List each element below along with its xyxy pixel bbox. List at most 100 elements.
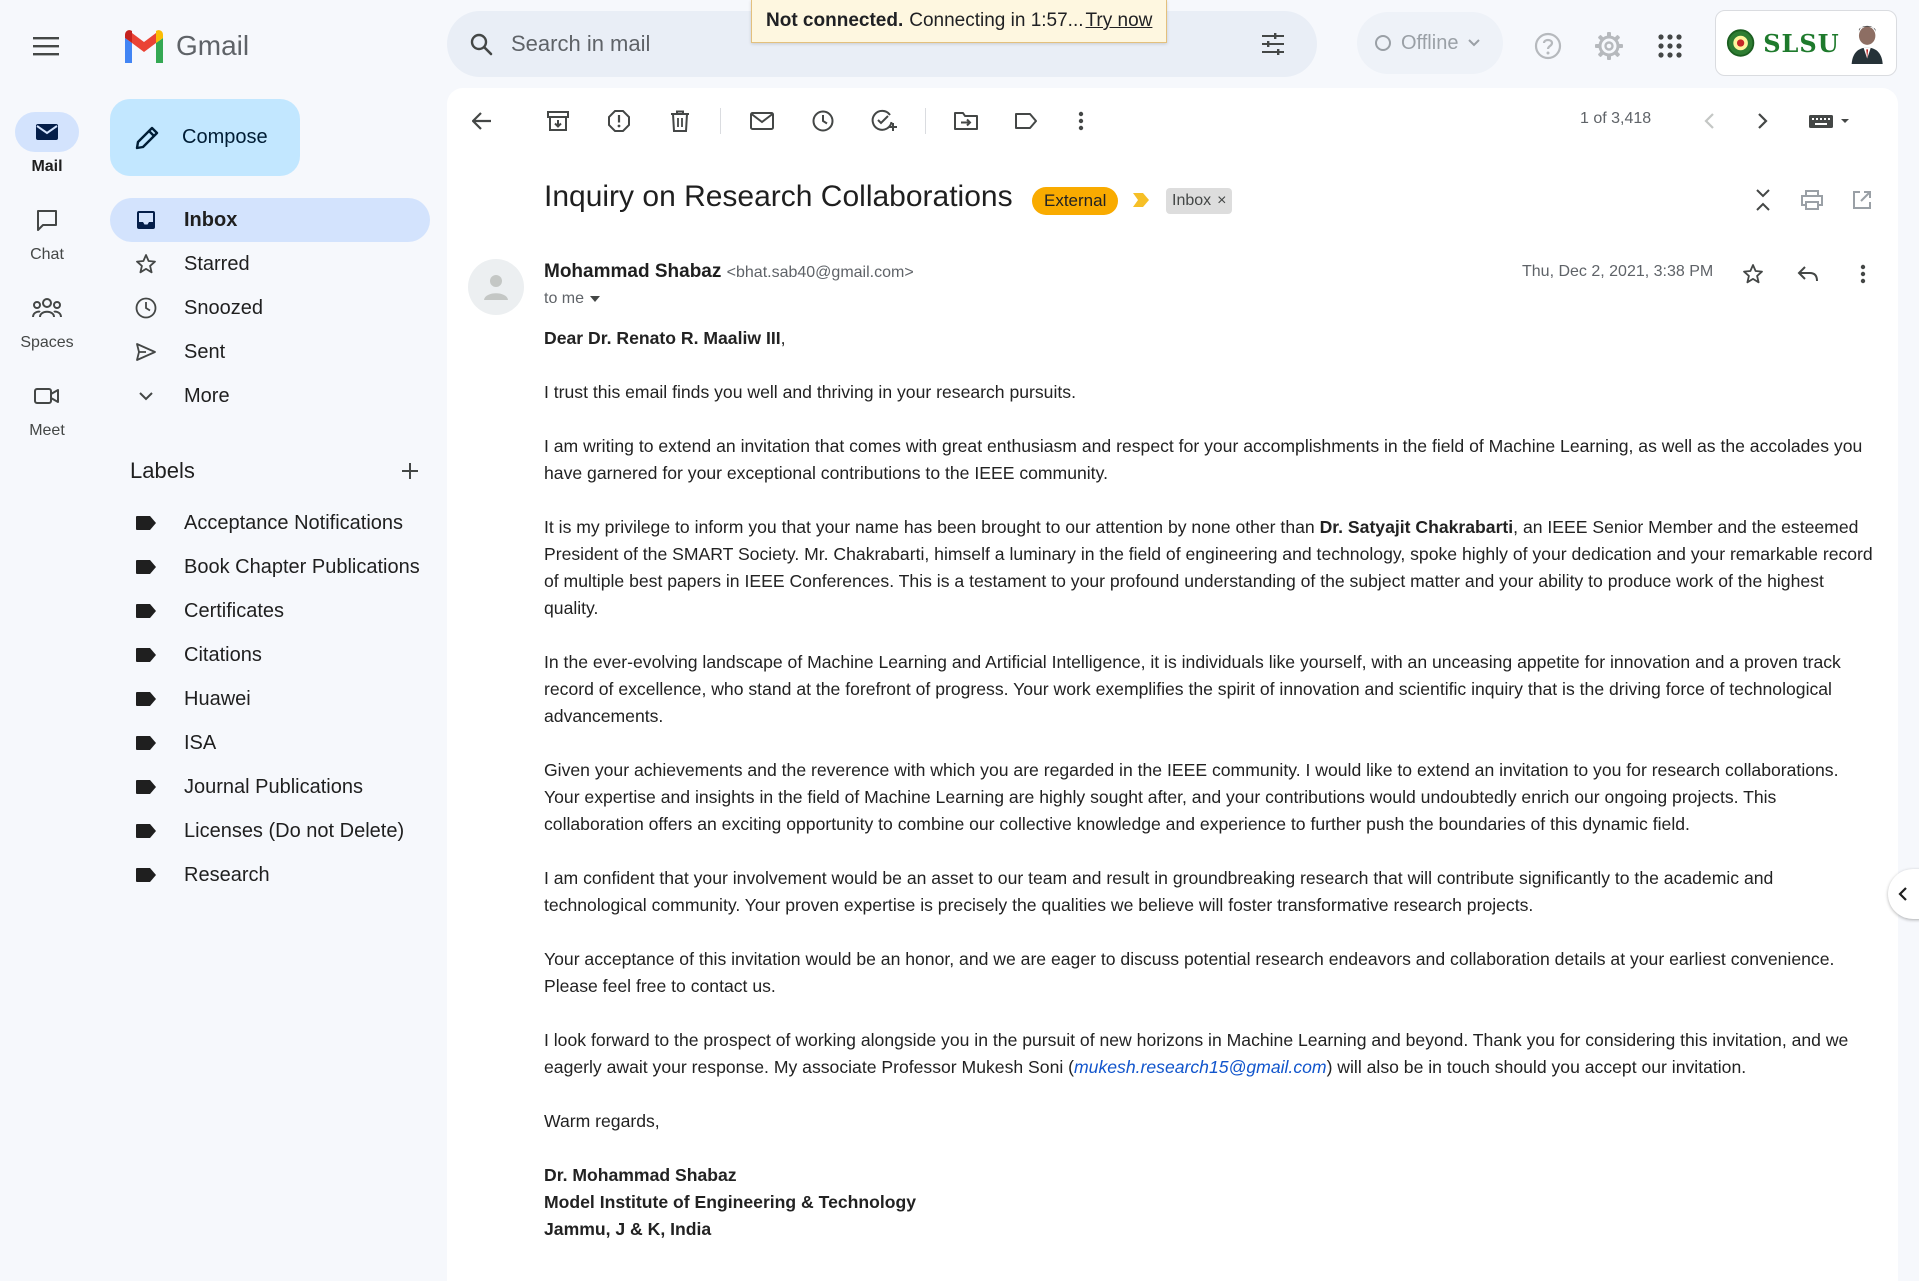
label-outline-icon [1015,113,1037,129]
label-icon [136,692,156,706]
keyboard-icon [1809,115,1849,128]
pencil-icon [135,126,159,149]
label-item[interactable]: Huawei [110,679,430,719]
avatar [1847,22,1886,64]
label-icon [136,516,156,530]
snooze-button[interactable] [803,101,843,141]
label-item[interactable]: Citations [110,635,430,675]
mark-unread-button[interactable] [742,101,782,141]
referrer-name: Dr. Satyajit Chakrabarti [1319,517,1514,537]
rail-label-meet: Meet [29,422,65,439]
add-to-tasks-button[interactable] [864,101,904,141]
archive-icon [547,111,569,131]
help-button[interactable] [1526,24,1570,68]
main-menu-button[interactable] [24,24,68,68]
nav-item-inbox[interactable]: Inbox [110,198,430,242]
rail-item-mail[interactable]: Mail [0,112,94,176]
older-button[interactable] [1743,101,1783,141]
delete-button[interactable] [660,101,700,141]
star-icon [136,254,156,274]
nav-item-starred[interactable]: Starred [110,242,430,286]
star-button[interactable] [1733,254,1773,294]
closing: Warm regards, [544,1111,660,1131]
inbox-label-text: Inbox [1172,192,1212,209]
reply-button[interactable] [1788,254,1828,294]
sender-name[interactable]: Mohammad Shabaz [544,261,721,282]
rail-item-meet[interactable]: Meet [0,376,94,440]
nav-item-sent[interactable]: Sent [110,330,430,374]
importance-marker-icon[interactable] [1132,192,1150,208]
collapse-all-button[interactable] [1743,180,1783,220]
label-name: Acceptance Notifications [184,511,404,534]
apps-button[interactable] [1648,24,1692,68]
signature-location: Jammu, J & K, India [544,1219,712,1239]
labels-header: Labels [130,454,420,488]
offline-status-button[interactable]: Offline [1357,12,1503,74]
print-icon [1801,190,1823,210]
try-now-link[interactable]: Try now [1086,10,1153,32]
compose-button[interactable]: Compose [110,99,300,176]
add-task-icon [871,109,897,131]
nav-label-starred: Starred [184,252,250,275]
body-paragraph: I am confident that your involvement wou… [544,868,1774,915]
move-to-button[interactable] [946,101,986,141]
reply-icon [1797,266,1818,282]
more-options-button[interactable] [1061,101,1101,141]
caret-down-icon[interactable] [590,296,601,302]
labels-button[interactable] [1006,101,1046,141]
settings-button[interactable] [1587,24,1631,68]
back-button[interactable] [462,101,502,141]
sender-email: <bhat.sab40@gmail.com> [726,264,914,281]
print-button[interactable] [1792,180,1832,220]
gear-icon [1595,32,1623,60]
spaces-icon [32,298,62,318]
body-paragraph: I am writing to extend an invitation tha… [544,436,1863,483]
newer-button[interactable] [1689,101,1729,141]
label-item[interactable]: Research [110,855,430,895]
label-name: Certificates [184,599,285,622]
body-paragraph: In the ever-evolving landscape of Machin… [544,652,1841,726]
email-body: Dear Dr. Renato R. Maaliw III, I trust t… [544,325,1874,1243]
label-item[interactable]: Book Chapter Publications [110,547,430,587]
search-icon[interactable] [461,24,501,64]
chevron-down-icon [139,392,153,401]
nav-label-inbox: Inbox [184,208,238,231]
person-icon [484,275,508,300]
label-icon [136,604,156,618]
recipient-details[interactable]: to me [544,290,601,308]
label-icon [136,868,156,882]
label-item[interactable]: Acceptance Notifications [110,503,430,543]
search-options-icon[interactable] [1253,24,1293,64]
toolbar-divider [720,108,721,134]
more-vert-icon [1860,264,1866,284]
rail-item-chat[interactable]: Chat [0,200,94,264]
external-badge: External [1032,187,1119,215]
remove-label-icon[interactable]: × [1217,192,1226,210]
body-paragraph: I look forward to the prospect of workin… [544,1030,1849,1077]
message-more-button[interactable] [1843,254,1883,294]
nav-item-more[interactable]: More [110,374,430,418]
clock-icon [135,297,157,319]
associate-email-link[interactable]: mukesh.research15@gmail.com [1074,1057,1327,1077]
toolbar-divider [925,108,926,134]
open-new-window-button[interactable] [1842,180,1882,220]
label-item[interactable]: Certificates [110,591,430,631]
label-item[interactable]: Licenses (Do not Delete) [110,811,430,851]
nav-item-snoozed[interactable]: Snoozed [110,286,430,330]
account-switcher[interactable]: SLSU [1715,10,1897,76]
label-icon [136,824,156,838]
archive-button[interactable] [538,101,578,141]
input-tools-button[interactable] [1800,101,1860,141]
label-item[interactable]: ISA [110,723,430,763]
add-label-icon[interactable] [400,461,420,481]
apps-grid-icon [1658,34,1682,58]
recipient-label: to me [544,290,585,307]
report-spam-button[interactable] [599,101,639,141]
move-to-folder-icon [954,112,978,130]
report-spam-icon [608,110,630,132]
gmail-logo[interactable]: Gmail [122,24,249,68]
label-item[interactable]: Journal Publications [110,767,430,807]
pager-count: 1 of 3,418 [1580,110,1652,127]
rail-item-spaces[interactable]: Spaces [0,288,94,352]
label-name: Journal Publications [184,775,363,798]
